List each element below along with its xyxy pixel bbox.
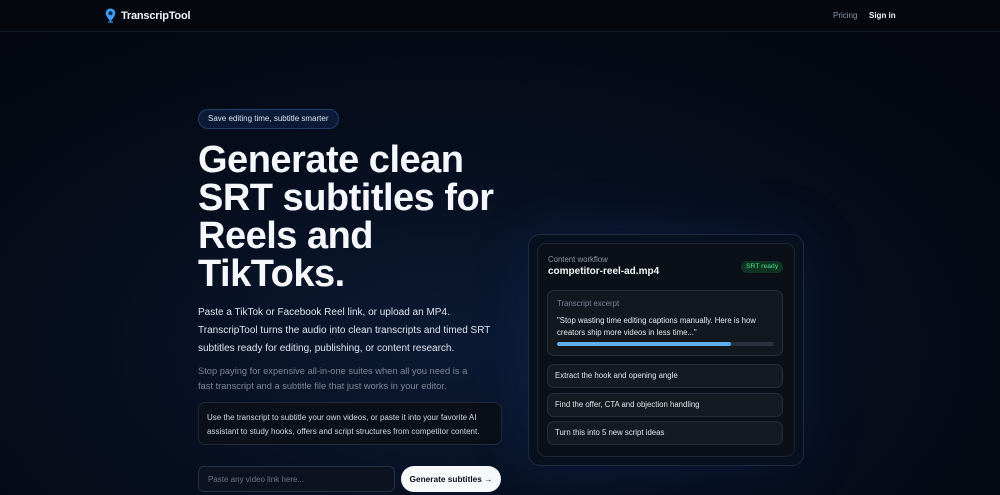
transcript-progress-fill — [557, 342, 731, 346]
hero-tip-box: Use the transcript to subtitle your own … — [198, 402, 502, 445]
action-find-offer[interactable]: Find the offer, CTA and objection handli… — [547, 393, 783, 417]
hero-lead-text: Paste a TikTok or Facebook Reel link, or… — [198, 307, 491, 354]
video-link-input[interactable] — [198, 466, 395, 492]
pin-drop-icon — [105, 8, 116, 23]
brand-logo[interactable]: TranscripTool — [105, 8, 191, 23]
action-extract-hook[interactable]: Extract the hook and opening angle — [547, 364, 783, 388]
nav-sign-in-link[interactable]: Sign in — [869, 11, 896, 20]
srt-status-badge: SRT ready — [741, 261, 784, 273]
workflow-filename: competitor-reel-ad.mp4 — [548, 266, 660, 277]
brand-name: TranscripTool — [121, 9, 191, 22]
workflow-label: Content workflow — [548, 255, 608, 264]
top-nav: TranscripTool Pricing Sign in — [0, 0, 1000, 32]
transcript-progress-bar — [557, 342, 774, 346]
nav-pricing-link[interactable]: Pricing — [833, 11, 857, 20]
action-script-ideas[interactable]: Turn this into 5 new script ideas — [547, 421, 783, 445]
hero-sub-text: Stop paying for expensive all-in-one sui… — [198, 366, 468, 391]
generate-subtitles-button[interactable]: Generate subtitles → — [401, 466, 501, 492]
hero-headline: Generate clean SRT subtitles for Reels a… — [198, 139, 494, 295]
transcript-excerpt-quote: "Stop wasting time editing captions manu… — [557, 316, 756, 337]
hero-badge: Save editing time, subtitle smarter — [198, 109, 339, 129]
transcript-excerpt-label: Transcript excerpt — [557, 299, 620, 308]
